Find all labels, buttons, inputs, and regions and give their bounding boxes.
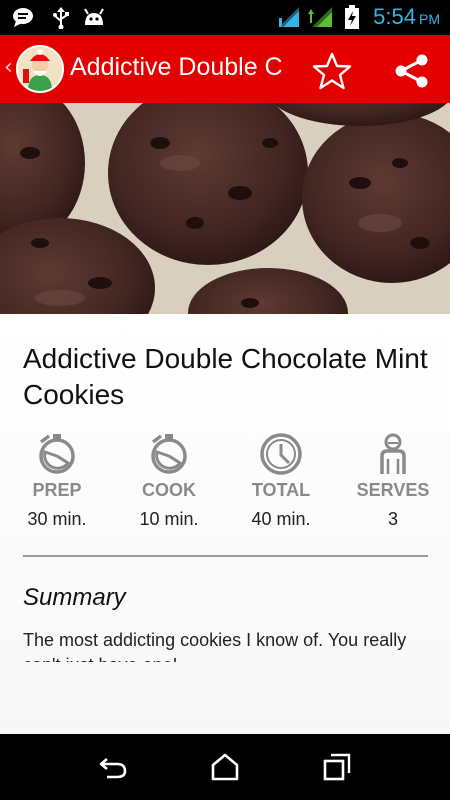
stat-label: TOTAL — [251, 480, 311, 500]
star-outline-icon[interactable] — [312, 51, 352, 91]
recent-apps-icon[interactable] — [321, 751, 353, 783]
status-bar: 5:54 PM — [0, 0, 450, 35]
share-icon[interactable] — [392, 51, 432, 91]
back-icon[interactable] — [97, 751, 129, 783]
stat-value: 30 min. — [27, 509, 87, 529]
usb-icon — [53, 7, 69, 29]
cell-signal-icon — [308, 7, 332, 27]
home-icon[interactable] — [209, 751, 241, 783]
navigation-bar — [0, 734, 450, 800]
stat-label: SERVES — [356, 480, 430, 500]
stat-value: 40 min. — [251, 509, 311, 529]
stat-value: 10 min. — [139, 509, 199, 529]
recipe-photo — [0, 103, 450, 314]
wifi-signal-icon — [279, 7, 299, 27]
summary-text: The most addicting cookies I know of. Yo… — [23, 630, 407, 662]
cook-timer-icon — [151, 434, 187, 474]
stat-label: PREP — [32, 480, 82, 500]
summary-scroll-area[interactable]: The most addicting cookies I know of. Yo… — [23, 628, 433, 662]
up-caret-icon[interactable]: ‹ — [4, 55, 13, 80]
recipe-stats: PREP 30 min. COOK 10 min. TOTAL 40 min. — [0, 432, 450, 542]
serves-person-icon — [380, 433, 406, 474]
stat-value: 3 — [387, 509, 398, 529]
app-logo-icon[interactable] — [16, 45, 64, 93]
stat-total: TOTAL 40 min. — [236, 432, 326, 530]
summary-heading: Summary — [23, 584, 126, 611]
divider — [23, 555, 428, 557]
action-bar: ‹ Addictive Double Chocolate Mint Cookie… — [0, 35, 450, 103]
action-bar-title: Addictive Double Chocolate Mint Cookies — [70, 53, 282, 81]
prep-timer-icon — [39, 434, 75, 474]
chat-notification-icon — [13, 8, 33, 27]
recipe-title: Addictive Double Chocolate Mint Cookies — [23, 343, 428, 410]
stat-serves: SERVES 3 — [348, 432, 438, 530]
battery-charging-icon — [345, 5, 359, 29]
stat-cook: COOK 10 min. — [124, 432, 214, 530]
status-time: 5:54 PM — [373, 4, 440, 29]
stat-prep: PREP 30 min. — [12, 432, 102, 530]
stat-label: COOK — [142, 480, 196, 500]
recipe-content: Addictive Double Chocolate Mint Cookies … — [0, 314, 450, 734]
total-clock-icon — [260, 433, 302, 475]
android-debug-icon — [84, 8, 104, 25]
